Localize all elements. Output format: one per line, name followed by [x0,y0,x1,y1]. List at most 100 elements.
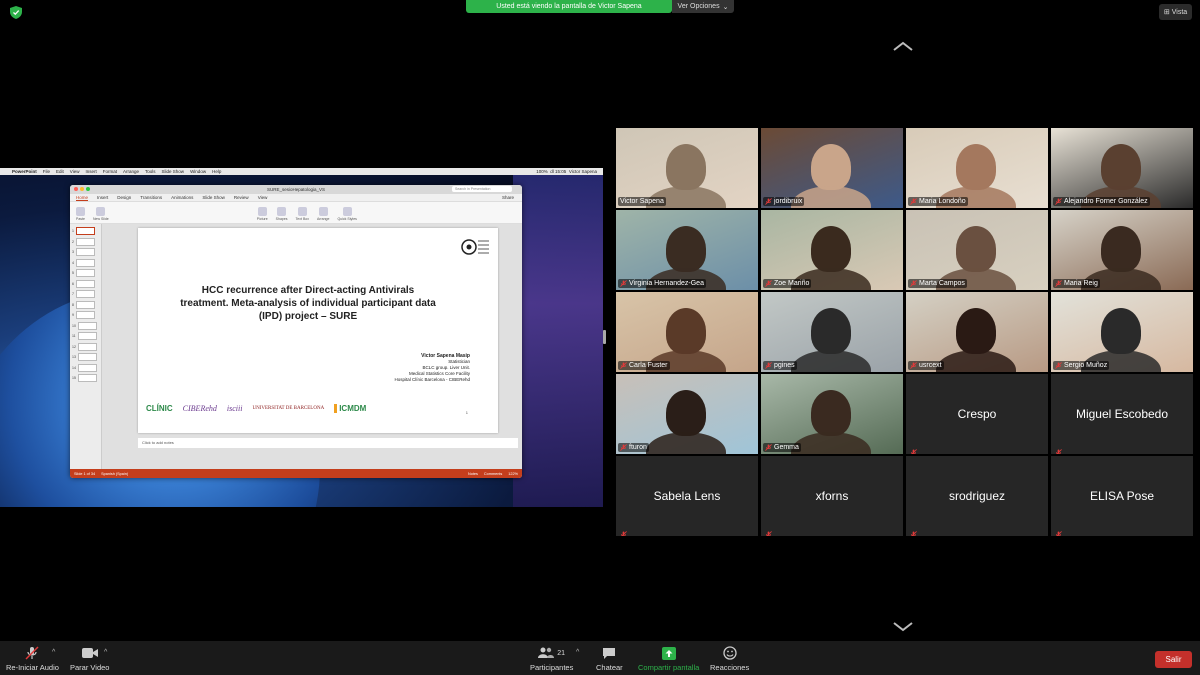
participant-video [761,374,903,454]
participant-tile[interactable]: xforns [761,456,903,536]
participants-options-caret[interactable]: ^ [576,649,579,656]
participant-tile[interactable]: Marta Campos [906,210,1048,290]
menubar-edit: Edit [56,169,64,174]
ppt-titlebar: SURE_sesioHepatologia_VS Search in Prese… [70,185,522,194]
chevron-down-icon[interactable] [893,622,913,632]
participant-name: jordibruix [774,198,803,205]
menubar-tools: Tools [145,169,156,174]
microphone-muted-icon [1055,525,1063,536]
quick-styles-icon [342,207,352,216]
slide-thumbnail: 8 [70,300,101,311]
participant-name: pgines [774,362,795,369]
participant-tile[interactable]: jordibruix [761,128,903,208]
slide-thumbnail-preview [75,237,95,246]
audio-options-caret[interactable]: ^ [52,649,55,656]
participant-tile[interactable]: srodriguez [906,456,1048,536]
ppt-body: 1 2 3 4 5 6 7 8 9 10 11 12 13 14 15 HCC recurrence aft… [70,224,522,469]
video-options-caret[interactable]: ^ [104,649,107,656]
microphone-muted-icon [910,362,917,369]
reactions-button[interactable]: Reacciones [710,646,749,672]
ribbon-picture-label: Picture [256,217,268,221]
participant-name: Maria Reig [1064,280,1098,287]
slide-thumbnail-number: 15 [72,376,76,381]
ppt-share-button: Share [501,195,514,200]
participant-tile[interactable]: Sergio Muñoz [1051,292,1193,372]
participant-tile[interactable]: Sabela Lens [616,456,758,536]
slide-thumbnail-number: 5 [72,271,74,276]
slide-thumbnail-preview [75,227,95,236]
participant-tile[interactable]: fturon [616,374,758,454]
video-button-label: Parar Video [70,663,110,672]
share-screen-icon [661,646,676,660]
participant-tile[interactable]: Victor Sapena [616,128,758,208]
chat-button[interactable]: Chatear [596,646,623,672]
participant-name: Virginia Hernandez-Gea [629,280,704,287]
chevron-up-icon[interactable] [893,41,913,51]
powerpoint-window: SURE_sesioHepatologia_VS Search in Prese… [70,185,522,478]
slide-thumbnail-preview [75,290,95,299]
participant-figure [811,226,851,272]
participants-button[interactable]: 21 Participantes [530,646,573,672]
participant-tile[interactable]: Zoe Mariño [761,210,903,290]
microphone-muted-icon [620,444,627,451]
participant-video [1051,128,1193,208]
ppt-statusbar: Slide 1 of 34 Spanish (Spain) Notes Comm… [70,469,522,478]
participant-shoulders [646,432,726,454]
participant-name: Victor Sapena [620,198,664,205]
participant-tile[interactable]: Gemma [761,374,903,454]
split-resize-handle[interactable] [603,330,606,344]
participant-name: Miguel Escobedo [1075,407,1169,421]
slide-thumbnail-preview [75,248,95,257]
slide-thumbnail-preview [77,363,97,372]
view-options-dropdown[interactable]: Ver Opciones ⌄ [672,0,734,13]
participant-video [761,128,903,208]
microphone-muted-icon [910,280,917,287]
ribbon-new-slide: New Slide [93,207,109,221]
leave-meeting-button[interactable]: Salir [1155,651,1192,668]
participant-tile[interactable]: Miguel Escobedo [1051,374,1193,454]
participant-tile[interactable]: Carla Fuster [616,292,758,372]
participant-name: Maria Londoño [919,198,966,205]
encryption-shield-icon[interactable] [10,6,22,19]
participant-tile[interactable]: pgines [761,292,903,372]
share-screen-button[interactable]: Compartir pantalla [638,646,699,672]
slide-notes: Click to add notes [138,438,518,448]
participant-tile[interactable]: Crespo [906,374,1048,454]
ppt-tab-slideshow: Slide Show [202,195,225,200]
slide-thumbnail: 15 [70,373,101,384]
participant-video [906,292,1048,372]
participant-tile[interactable]: ELISA Pose [1051,456,1193,536]
slide-thumbnail: 5 [70,268,101,279]
menubar-format: Format [102,169,118,174]
participant-tile[interactable]: Maria Reig [1051,210,1193,290]
participant-tile[interactable]: Maria Londoño [906,128,1048,208]
microphone-muted-icon [620,280,627,287]
status-notes: Notes [468,471,478,476]
menubar-slideshow: Slide Show [161,169,185,174]
participant-figure [666,226,706,272]
participant-video [1051,210,1193,290]
slide-thumbnail-preview [75,300,95,309]
slide-thumbnail-number: 10 [72,323,76,328]
microphone-muted-icon [765,362,772,369]
microphone-muted-icon [765,444,772,451]
slide-thumbnail-preview [77,342,97,351]
view-button-label: Vista [1171,8,1188,16]
textbox-icon [297,207,307,216]
slide-thumbnail-preview [77,374,97,383]
participant-figure [666,390,706,436]
ribbon-paste: Paste [76,207,85,221]
participant-tile[interactable]: Alejandro Forner González [1051,128,1193,208]
participant-tile[interactable]: usrcext [906,292,1048,372]
view-button[interactable]: ⊞ Vista [1159,4,1192,20]
participant-name-label: Zoe Mariño [763,279,812,288]
video-gallery: Victor Sapena jordibruix Maria Londoño Alej… [616,128,1193,536]
participant-name: fturon [629,444,647,451]
participant-name-label: Maria Reig [1053,279,1100,288]
participants-icon [538,647,555,658]
slide-canvas: HCC recurrence after Direct-acting Antiv… [102,224,522,469]
audio-button[interactable]: Re-Iniciar Audio [6,646,59,672]
participant-tile[interactable]: Virginia Hernandez-Gea [616,210,758,290]
ribbon-arrange-label: Arrange [316,217,330,221]
slide-thumbnail-number: 1 [72,229,74,234]
